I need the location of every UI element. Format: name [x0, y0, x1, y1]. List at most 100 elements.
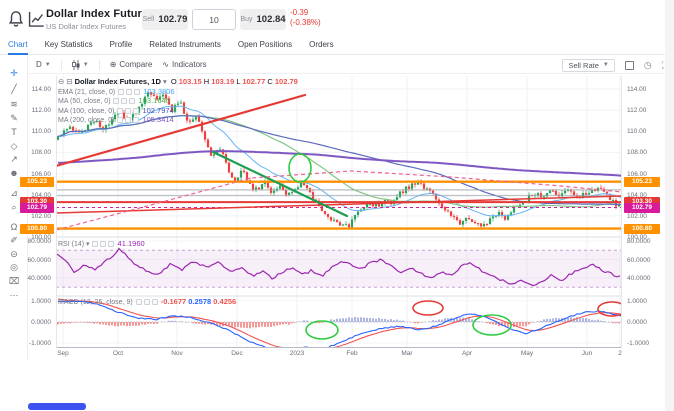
indicator-value: 102.7974: [140, 105, 174, 115]
price-change: -0.39 (-0.38%): [290, 8, 321, 27]
time-axis[interactable]: Sep Oct Nov Dec 2023 Feb Mar Apr May Jun 2: [56, 350, 622, 360]
price-level-label: 102.79: [20, 202, 54, 213]
legend-action-button[interactable]: [121, 98, 128, 105]
macd-value: 0.4256: [211, 297, 237, 306]
legend-action-button[interactable]: [113, 98, 120, 105]
legend-action-button[interactable]: [92, 241, 99, 248]
legend-action-button[interactable]: [151, 299, 158, 306]
legend-toggle-icon[interactable]: ⊟: [66, 77, 72, 86]
axis-tick-label: 102.00: [31, 212, 51, 220]
indicator-value: 105.3414: [140, 115, 174, 124]
time-axis-label: Jun: [581, 350, 593, 357]
legend-action-button[interactable]: [117, 107, 124, 114]
legend-action-button[interactable]: [125, 117, 132, 124]
legend-action-button[interactable]: [118, 88, 125, 95]
buy-label: Buy: [240, 16, 253, 23]
price-level-label: 100.80: [20, 223, 54, 234]
buy-button[interactable]: Buy 102.84: [240, 9, 286, 30]
chevron-down-icon: ▼: [82, 61, 89, 68]
compare-icon: ⊕: [109, 60, 117, 69]
indicators-icon: ∿: [162, 60, 169, 69]
axis-tick-label: 60.0000: [27, 256, 52, 264]
tab-bar: Chart Key Statistics Profile Related Instru…: [0, 36, 674, 55]
time-axis-label: Sep: [57, 350, 69, 357]
axis-tick-label: 80.0000: [627, 238, 651, 245]
macd-value: 0.2578: [186, 297, 212, 306]
axis-tick-label: 1.0000: [31, 298, 51, 305]
trading-app: Dollar Index Futures US Dollar Index Fut…: [0, 0, 674, 411]
legend-action-button[interactable]: [117, 117, 124, 124]
window-scrollbar-track[interactable]: [665, 0, 674, 411]
axis-tick-label: 108.00: [31, 149, 51, 157]
sell-button[interactable]: Sell 102.79: [142, 9, 188, 30]
legend-action-button[interactable]: [129, 98, 136, 105]
axis-tick-label: 0.0000: [627, 319, 647, 326]
candlestick-icon: [71, 59, 80, 70]
tab-orders[interactable]: Orders: [309, 36, 333, 55]
chart-type-dropdown[interactable]: ▼: [71, 59, 89, 70]
buy-price: 102.84: [256, 14, 286, 25]
time-axis-label: 2023: [289, 350, 305, 357]
time-axis-label: Dec: [231, 350, 243, 357]
indicator-value: 103.1645: [136, 96, 170, 105]
legend-action-button[interactable]: [135, 299, 142, 306]
price-level-label: 100.80: [624, 223, 660, 234]
indicator-legend-row: MA (50, close, 0) 103.1645: [58, 96, 170, 105]
time-axis-label: Mar: [401, 350, 413, 357]
page-subtitle: US Dollar Index Futures: [46, 22, 127, 31]
axis-tick-label: 114.00: [31, 86, 51, 93]
axis-tick-label: 108.00: [627, 149, 647, 157]
chart-toolbar: D▼ ▼ ⊕Compare ∿Indicators Sell Rate▼ ◷ ⛶: [28, 56, 674, 74]
sell-label: Sell: [142, 16, 155, 23]
collapse-icon[interactable]: ⊖: [58, 77, 64, 86]
axis-tick-label: 40.0000: [627, 275, 651, 282]
axis-tick-label: 80.0000: [27, 238, 52, 245]
indicators-button[interactable]: ∿ Indicators: [162, 60, 206, 69]
axis-tick-label: 1.0000: [627, 298, 647, 305]
rsi-legend: RSI (14) ▾ 41.1960: [58, 239, 145, 248]
tab-related-instruments[interactable]: Related Instruments: [149, 36, 221, 55]
axis-tick-label: 110.00: [627, 128, 647, 136]
rate-type-dropdown[interactable]: Sell Rate ▼: [562, 58, 615, 72]
legend-action-button[interactable]: [134, 88, 141, 95]
legend-action-button[interactable]: [126, 88, 133, 95]
axis-tick-label: 0.0000: [31, 319, 51, 326]
axis-tick-label: 112.00: [31, 107, 51, 115]
rsi-value: 41.1960: [115, 239, 145, 248]
legend-action-button[interactable]: [100, 241, 107, 248]
chart-legend: ⊖ ⊟ Dollar Index Futures, 1D ▾ O 103.15 H …: [58, 77, 298, 125]
ohlc-value: 102.77: [242, 77, 266, 86]
tab-open-positions[interactable]: Open Positions: [238, 36, 292, 55]
left-price-axis[interactable]: 114.00 112.00 110.00 108.00 106.00 104.00 102.…: [20, 0, 54, 411]
axis-tick-label: 40.0000: [27, 275, 52, 282]
axis-tick-label: 112.00: [627, 107, 647, 115]
tab-profile[interactable]: Profile: [110, 36, 133, 55]
axis-tick-label: -1.0000: [627, 340, 650, 347]
legend-action-button[interactable]: [108, 241, 115, 248]
horizontal-scrollbar-thumb[interactable]: [28, 403, 86, 410]
axis-tick-label: -1.0000: [28, 340, 51, 347]
legend-action-button[interactable]: [133, 107, 140, 114]
legend-action-button[interactable]: [125, 107, 132, 114]
axis-tick-label: 114.00: [627, 86, 647, 93]
price-level-label: 105.23: [624, 176, 660, 187]
indicator-legend-row: MA (100, close, 0) 102.7974: [58, 105, 174, 115]
symbol-name: Dollar Index Futures, 1D: [74, 77, 161, 86]
price-level-label: 105.23: [20, 176, 54, 187]
indicator-value: 103.3806: [141, 86, 175, 96]
ohlc-value: 103.15: [178, 77, 202, 86]
legend-action-button[interactable]: [133, 117, 140, 124]
ohlc-value: 103.19: [211, 77, 235, 86]
axis-tick-label: 60.0000: [627, 256, 651, 264]
axis-tick-label: 102.00: [627, 212, 647, 220]
macd-legend: MACD (12, 26, close, 9) -0.1677 0.2578 0…: [58, 297, 237, 306]
time-axis-label: 2: [618, 350, 622, 357]
legend-action-button[interactable]: [143, 299, 150, 306]
chevron-down-icon: ▼: [602, 62, 609, 68]
quantity-input[interactable]: [192, 9, 236, 30]
compare-button[interactable]: ⊕ Compare: [110, 60, 153, 69]
axis-tick-label: 110.00: [31, 128, 51, 136]
time-axis-label: Nov: [171, 350, 183, 357]
indicator-legend-row: MA (200, close, 0) 105.3414: [58, 115, 174, 124]
indicator-legend-row: EMA (21, close, 0) 103.3806: [58, 86, 175, 96]
